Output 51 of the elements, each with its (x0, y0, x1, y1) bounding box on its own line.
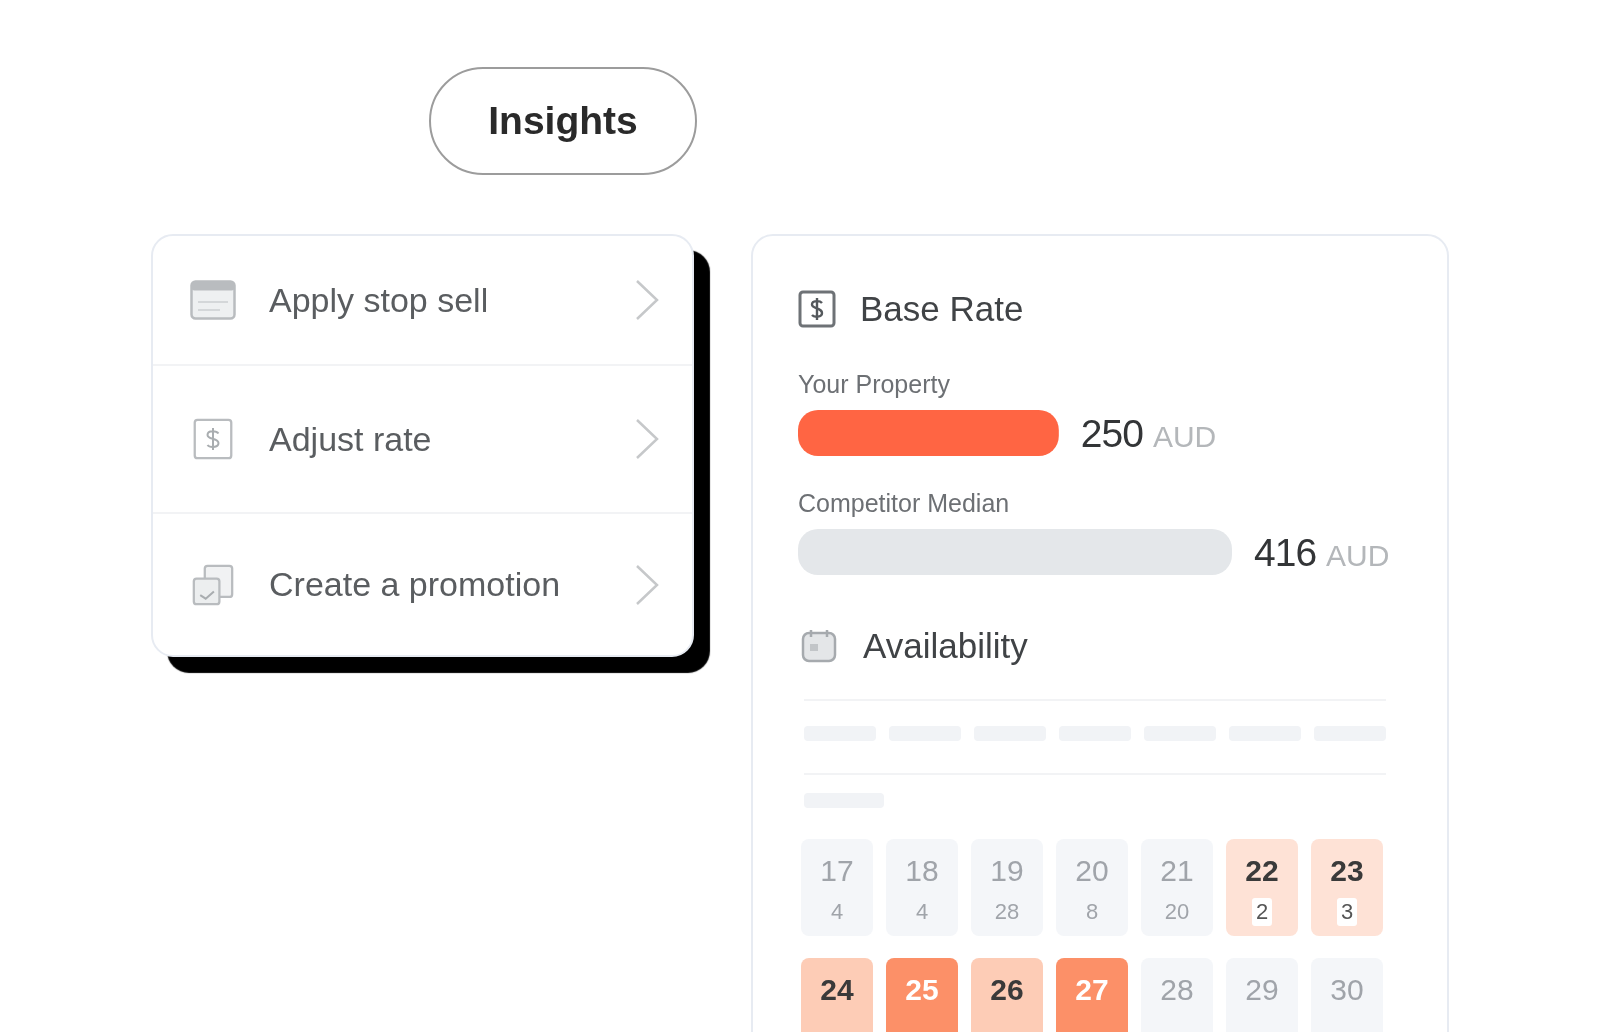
room-count: 8 (1084, 898, 1100, 926)
day-number: 24 (820, 973, 854, 1007)
calendar-day[interactable]: 17 4 (801, 839, 873, 936)
category-label: Your Property (798, 370, 950, 398)
calendar-icon (190, 279, 236, 321)
day-number: 20 (1075, 854, 1109, 888)
room-count: 4 (914, 898, 930, 926)
action-item[interactable]: Adjust rate (153, 364, 692, 512)
calendar-day[interactable]: 19 28 (971, 839, 1043, 936)
day-number: 25 (905, 973, 939, 1007)
currency-label: AUD (1152, 420, 1217, 453)
day-number: 19 (990, 854, 1024, 888)
action-item[interactable]: Create a promotion (153, 512, 692, 655)
dollar-icon (798, 290, 836, 328)
calendar-day[interactable]: 24 (801, 958, 873, 1032)
calendar-day[interactable]: 25 (886, 958, 958, 1032)
calendar-day[interactable]: 18 4 (886, 839, 958, 936)
day-number: 29 (1245, 973, 1279, 1007)
room-count: 20 (1163, 898, 1191, 926)
calendar-icon (801, 629, 837, 663)
calendar-day[interactable]: 22 2 (1226, 839, 1298, 936)
day-number: 26 (990, 973, 1024, 1007)
currency-label: AUD (1326, 539, 1390, 572)
day-number: 27 (1075, 973, 1109, 1007)
day-number: 17 (820, 854, 854, 888)
category-label: Competitor Median (798, 489, 1010, 517)
day-number: 21 (1160, 854, 1194, 888)
action-item[interactable]: Apply stop sell (153, 236, 692, 364)
calendar-day[interactable]: 28 (1141, 958, 1213, 1032)
calendar-day[interactable]: 21 20 (1141, 839, 1213, 936)
day-number: 18 (905, 854, 939, 888)
day-number: 23 (1330, 854, 1364, 888)
day-number: 28 (1160, 973, 1194, 1007)
section-title: Base Rate (860, 289, 1024, 329)
room-count: 4 (829, 898, 845, 926)
calendar-day[interactable]: 29 (1226, 958, 1298, 1032)
day-number: 30 (1330, 973, 1364, 1007)
room-count: 3 (1336, 898, 1358, 926)
calendar-day[interactable]: 20 8 (1056, 839, 1128, 936)
room-count: 2 (1251, 898, 1273, 926)
calendar-day[interactable]: 23 3 (1311, 839, 1383, 936)
value-label: 250 (1080, 412, 1143, 455)
room-count: 28 (993, 898, 1021, 926)
value-label: 416 (1254, 531, 1317, 574)
calendar-day[interactable]: 30 (1311, 958, 1383, 1032)
section-title: Availability (863, 626, 1028, 666)
calendar-day[interactable]: 27 (1056, 958, 1128, 1032)
insights-button[interactable]: Insights (429, 67, 697, 175)
calendar-day[interactable]: 26 (971, 958, 1043, 1032)
day-number: 22 (1245, 854, 1279, 888)
promotion-icon (190, 563, 236, 606)
